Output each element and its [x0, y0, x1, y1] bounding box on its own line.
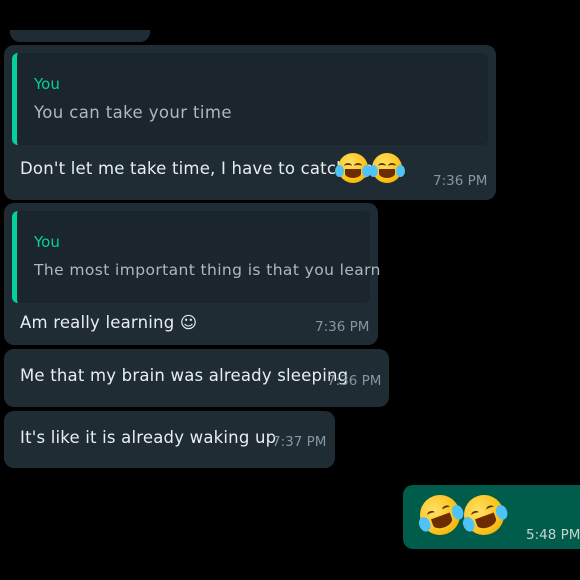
message-text: Don't let me take time, I have to catch … — [20, 159, 374, 178]
tears-of-joy-emoji-icon — [369, 153, 405, 183]
reply-text: The most important thing is that you lea… — [34, 261, 381, 279]
message-text: Am really learning ☺ — [20, 313, 198, 332]
message-bubble[interactable]: It's like it is already waking up 7:37 P… — [4, 411, 335, 468]
rolling-on-floor-laughing-emoji-icon — [414, 489, 466, 541]
message-bubble[interactable]: You The most important thing is that you… — [4, 203, 381, 345]
message-timestamp: 5:48 PM — [526, 527, 580, 543]
reply-quote[interactable]: You You can take your time — [12, 53, 488, 145]
tears-of-joy-emoji-icon — [335, 153, 371, 183]
message-emojis — [335, 153, 405, 183]
outgoing-message-bubble[interactable]: 5:48 PM — [403, 485, 580, 549]
message-timestamp: 7:36 PM — [315, 319, 370, 335]
reply-author: You — [34, 75, 60, 93]
previous-message-bubble-edge[interactable] — [10, 30, 150, 42]
message-emojis — [414, 489, 510, 541]
rolling-on-floor-laughing-emoji-icon — [458, 489, 510, 541]
message-text: It's like it is already waking up — [20, 428, 277, 447]
chat-view: You You can take your time Don't let me … — [0, 0, 580, 580]
message-timestamp: 7:37 PM — [272, 434, 327, 450]
message-bubble[interactable]: Me that my brain was already sleeping 7:… — [4, 349, 389, 407]
reply-quote[interactable]: You The most important thing is that you… — [12, 211, 381, 303]
reply-author: You — [34, 233, 60, 251]
reply-text: You can take your time — [34, 103, 232, 122]
message-timestamp: 7:36 PM — [433, 173, 488, 189]
message-text: Me that my brain was already sleeping — [20, 366, 349, 385]
message-timestamp: 7:36 PM — [327, 373, 382, 389]
message-bubble[interactable]: You You can take your time Don't let me … — [4, 45, 496, 200]
